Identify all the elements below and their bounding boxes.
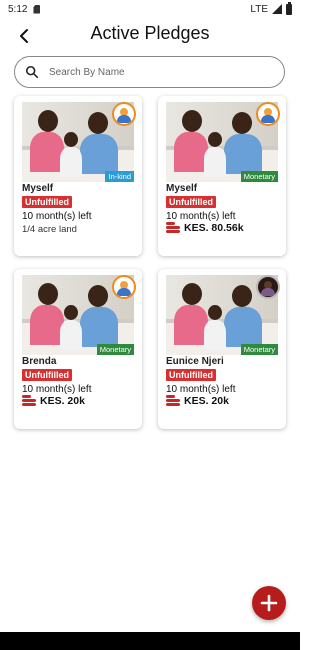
pledge-card[interactable]: Monetary Myself Unfulfilled 10 month(s) …: [158, 96, 286, 256]
pledge-owner: Myself: [166, 183, 198, 194]
pledge-type-badge: Monetary: [240, 171, 278, 182]
time-left: 10 month(s) left: [22, 211, 92, 222]
battery-icon: [286, 1, 292, 15]
add-pledge-button[interactable]: [252, 586, 286, 620]
network-label: LTE: [250, 3, 268, 15]
plus-icon: [260, 594, 278, 612]
sd-card-icon: [33, 4, 41, 14]
status-time: 5:12: [8, 3, 28, 15]
coins-icon: [22, 395, 36, 407]
time-left: 10 month(s) left: [22, 384, 92, 395]
pledge-detail: 1/4 acre land: [22, 224, 77, 235]
search-input[interactable]: [49, 66, 249, 78]
time-left: 10 month(s) left: [166, 384, 236, 395]
status-badge: Unfulfilled: [166, 369, 216, 381]
signal-icon: [272, 4, 282, 14]
status-bar: 5:12 LTE: [0, 0, 300, 18]
status-badge: Unfulfilled: [22, 369, 72, 381]
app-header: Active Pledges: [0, 18, 300, 54]
time-left: 10 month(s) left: [166, 211, 236, 222]
system-nav-bar: [0, 632, 300, 650]
user-avatar-icon: [256, 275, 280, 299]
status-badge: Unfulfilled: [22, 196, 72, 208]
pledge-owner: Myself: [22, 183, 54, 194]
pledge-card[interactable]: In-kind Myself Unfulfilled 10 month(s) l…: [14, 96, 142, 256]
user-avatar-icon: [112, 102, 136, 126]
pledge-owner: Brenda: [22, 356, 57, 367]
page-title: Active Pledges: [90, 23, 210, 43]
user-avatar-icon: [256, 102, 280, 126]
pledge-amount: KES. 20k: [22, 395, 85, 407]
pledge-card[interactable]: Monetary Brenda Unfulfilled 10 month(s) …: [14, 269, 142, 429]
pledge-owner: Eunice Njeri: [166, 356, 224, 367]
status-badge: Unfulfilled: [166, 196, 216, 208]
pledge-type-badge: In-kind: [105, 171, 134, 182]
search-bar[interactable]: [14, 56, 285, 88]
pledge-type-badge: Monetary: [96, 344, 134, 355]
pledge-amount: KES. 80.56k: [166, 222, 244, 234]
amount-value: KES. 20k: [184, 395, 229, 407]
search-icon: [25, 65, 39, 79]
pledge-amount: KES. 20k: [166, 395, 229, 407]
pledge-card[interactable]: Monetary Eunice Njeri Unfulfilled 10 mon…: [158, 269, 286, 429]
pledge-type-badge: Monetary: [240, 344, 278, 355]
coins-icon: [166, 222, 180, 234]
amount-value: KES. 20k: [40, 395, 85, 407]
user-avatar-icon: [112, 275, 136, 299]
coins-icon: [166, 395, 180, 407]
amount-value: KES. 80.56k: [184, 222, 244, 234]
